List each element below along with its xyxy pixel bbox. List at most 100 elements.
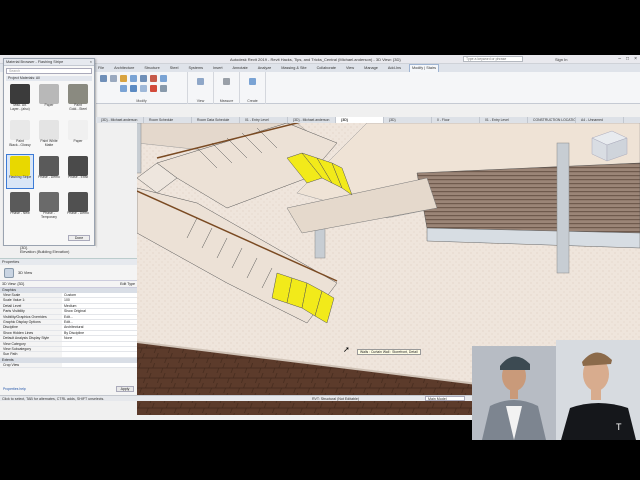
property-key: Sun Path <box>3 352 18 357</box>
tab-insert[interactable]: Insert <box>211 66 225 70</box>
rotate-icon[interactable] <box>130 85 137 92</box>
search-input[interactable]: Type a keyword or phrase <box>463 56 523 62</box>
material-label: Phase - Temporary <box>40 211 57 219</box>
property-key: Crop View <box>3 362 20 367</box>
column <box>137 123 142 174</box>
property-value[interactable] <box>62 341 137 346</box>
material-tile[interactable]: Paint Black...Glossy <box>7 119 33 152</box>
property-key: Graphic Display Options <box>3 319 41 324</box>
tab-systems[interactable]: Systems <box>186 66 205 70</box>
material-grid: Misc. Alt. Layer...(also) Paper Paint Gold… <box>6 83 93 224</box>
tab-manage[interactable]: Manage <box>362 66 380 70</box>
offset-icon[interactable] <box>140 75 147 82</box>
material-label: Phase - New <box>10 211 30 215</box>
join-icon[interactable] <box>120 75 127 82</box>
view-icon[interactable] <box>197 78 204 85</box>
material-label: Paint Gold...Steel <box>69 103 87 111</box>
done-button[interactable]: Done <box>68 235 90 241</box>
material-search-input[interactable]: Search <box>6 68 92 74</box>
move-icon[interactable] <box>160 75 167 82</box>
cut-icon[interactable] <box>110 75 117 82</box>
title-bar: Autodesk Revit 2019 - Revit Hacks, Tips,… <box>0 55 640 64</box>
paste-icon[interactable] <box>100 75 107 82</box>
tab-analyze[interactable]: Analyze <box>256 66 274 70</box>
property-value[interactable]: Edit... <box>62 319 137 325</box>
material-tile[interactable]: Phase - Exist <box>65 155 91 188</box>
tab-addins[interactable]: Add-Ins <box>386 66 403 70</box>
project-browser-item[interactable]: Elevation (Building Elevation) <box>20 250 96 254</box>
material-swatch <box>39 192 59 212</box>
apply-button[interactable]: Apply <box>116 386 134 392</box>
material-tile[interactable]: Phase - Demo <box>65 191 91 224</box>
edit-type-button[interactable]: Edit Type <box>120 281 135 287</box>
property-value[interactable]: Edit... <box>62 314 137 319</box>
material-label: Flashing Stripe <box>8 175 32 179</box>
material-tile[interactable]: Paint Gold...Steel <box>65 83 91 116</box>
material-tile[interactable]: Misc. Alt. Layer...(also) <box>7 83 33 116</box>
tab-architecture[interactable]: Architecture <box>112 66 136 70</box>
project-materials-header[interactable]: Project Materials: All <box>6 76 92 81</box>
material-tile[interactable]: Phase - Temporary <box>36 191 62 224</box>
instance-filter[interactable]: 3D View: {3D} <box>2 281 24 287</box>
property-value[interactable] <box>62 346 137 352</box>
tab-steel[interactable]: Steel <box>168 66 181 70</box>
property-value[interactable]: 100 <box>62 298 137 303</box>
property-value[interactable]: Architectural <box>62 325 137 330</box>
pin-icon[interactable] <box>160 85 167 92</box>
material-swatch <box>10 192 30 212</box>
align-icon[interactable] <box>130 75 137 82</box>
property-key: Show Hidden Lines <box>3 330 34 335</box>
ribbon-group-measure: Measure <box>214 72 240 104</box>
project-browser: {3D} Elevation (Building Elevation) <box>0 246 96 256</box>
element-tooltip: Walls : Curtain Wall : Storefront, Detai… <box>357 349 421 355</box>
type-selector[interactable]: 3D View <box>0 265 137 281</box>
copy-icon[interactable] <box>120 85 127 92</box>
tab-file[interactable]: File <box>96 66 106 70</box>
material-tile[interactable]: Paper <box>65 119 91 152</box>
property-value[interactable]: Show Original <box>62 309 137 314</box>
property-value[interactable]: None <box>62 336 137 341</box>
material-tile[interactable]: Flashing Stripe <box>6 154 34 189</box>
trim-icon[interactable] <box>140 85 147 92</box>
tab-annotate[interactable]: Annotate <box>231 66 250 70</box>
webcam-left <box>472 346 556 440</box>
material-swatch <box>68 120 88 140</box>
material-tile[interactable]: Paper <box>36 83 62 116</box>
maximize-icon[interactable]: □ <box>626 56 629 62</box>
material-label: Phase - Exist <box>68 175 88 179</box>
status-hint: Click to select, TAB for alternates, CTR… <box>2 397 105 401</box>
measure-icon[interactable] <box>223 78 230 85</box>
material-swatch <box>39 156 59 176</box>
material-browser: Material Browser - Flashing Stripe × Sea… <box>3 58 95 246</box>
property-value[interactable]: By Discipline <box>62 330 137 336</box>
property-value[interactable]: Custom <box>62 293 137 298</box>
webcam-right: T <box>556 340 640 440</box>
tab-modify-stairs[interactable]: Modify | Stairs <box>408 64 439 72</box>
close-icon[interactable]: × <box>634 56 637 62</box>
properties-help-link[interactable]: Properties help <box>3 387 26 391</box>
main-model-dropdown[interactable]: Main Model <box>425 396 465 401</box>
material-tile[interactable]: Paint White Matte <box>36 119 62 152</box>
create-icon[interactable] <box>249 78 256 85</box>
tab-collaborate[interactable]: Collaborate <box>315 66 338 70</box>
tab-view[interactable]: View <box>344 66 356 70</box>
material-tile[interactable]: Phase - New <box>7 191 33 224</box>
ribbon-panel: Modify View Measure Create <box>96 72 640 104</box>
column <box>556 142 570 274</box>
mirror-icon[interactable] <box>150 75 157 82</box>
property-row[interactable]: Crop View <box>0 362 137 369</box>
material-browser-title-bar[interactable]: Material Browser - Flashing Stripe × <box>4 59 94 66</box>
tab-massing[interactable]: Massing & Site <box>279 66 308 70</box>
material-tile[interactable]: Phase - Demo <box>36 155 62 188</box>
property-value[interactable] <box>62 352 137 357</box>
material-swatch <box>68 84 88 104</box>
tab-structure[interactable]: Structure <box>142 66 161 70</box>
sign-in-link[interactable]: Sign In <box>555 57 567 62</box>
property-value[interactable]: Medium <box>62 303 137 309</box>
delete-icon[interactable] <box>150 85 157 92</box>
workset-selector[interactable]: RVT: Structural (Not Editable) <box>312 396 359 402</box>
minimize-icon[interactable]: – <box>618 56 621 62</box>
material-swatch <box>68 156 88 176</box>
property-value[interactable] <box>62 362 137 368</box>
close-icon[interactable]: × <box>90 60 92 64</box>
